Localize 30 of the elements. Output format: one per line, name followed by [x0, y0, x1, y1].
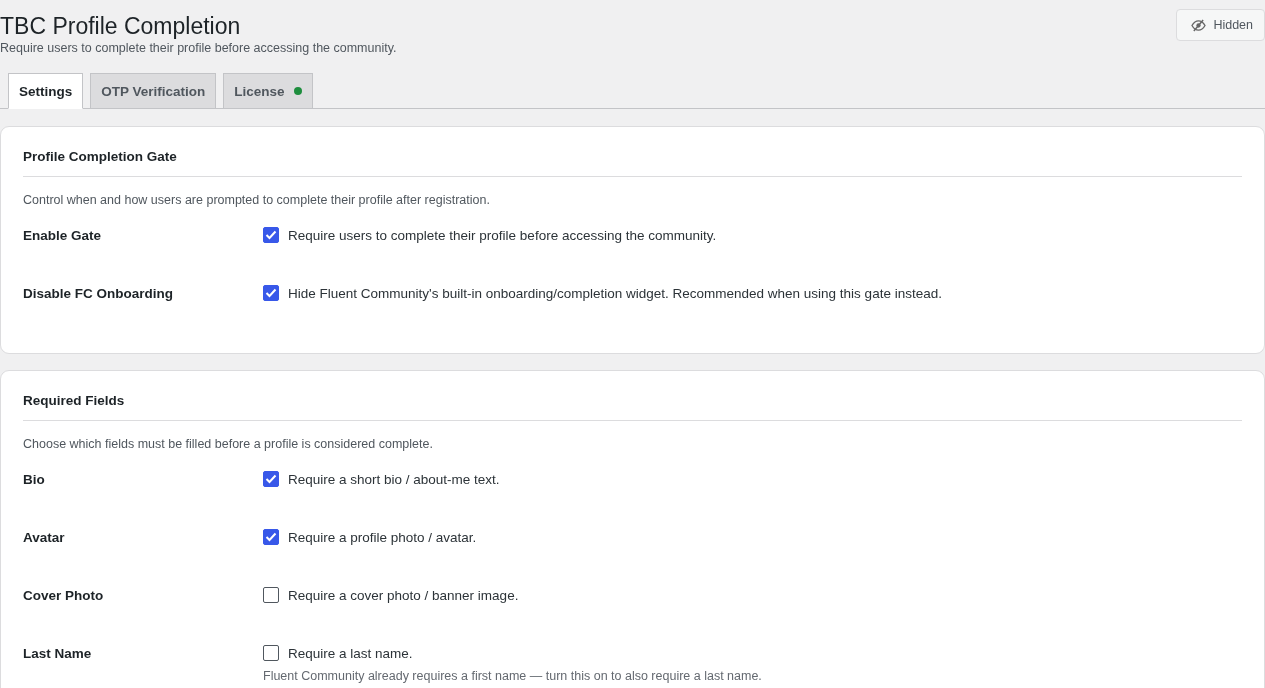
checkbox[interactable]: [263, 285, 279, 301]
field-label: Disable FC Onboarding: [23, 286, 173, 301]
field-label: Last Name: [23, 646, 92, 661]
checkbox-label: Require a last name.: [288, 645, 413, 661]
section-description: Control when and how users are prompted to complete their profile after registration.: [23, 193, 491, 207]
field-label: Avatar: [23, 530, 65, 545]
checkbox[interactable]: [263, 587, 279, 603]
tab[interactable]: Settings: [8, 73, 84, 109]
visibility-button[interactable]: Hidden: [1176, 9, 1265, 41]
section-title: Profile Completion Gate: [23, 148, 178, 166]
field-label: Enable Gate: [23, 228, 102, 243]
checkbox-label: Require a cover photo / banner image.: [288, 587, 519, 603]
checkbox[interactable]: [263, 227, 279, 243]
section-description: Choose which fields must be filled before a profile is considered complete.: [23, 437, 434, 451]
checkbox-label: Hide Fluent Community's built-in onboarding/completion widget. Recommended when using this gate instead.: [288, 285, 942, 301]
page-description: Require users to complete their profile before accessing the community.: [0, 41, 397, 55]
checkbox-label: Require a profile photo / avatar.: [288, 529, 477, 545]
field-label: Bio: [23, 472, 45, 487]
field-label: Cover Photo: [23, 588, 104, 603]
checkbox-label: Require a short bio / about-me text.: [288, 471, 500, 487]
section-title: Required Fields: [23, 392, 126, 410]
tab[interactable]: OTP Verification: [90, 73, 217, 109]
page-title: TBC Profile Completion: [0, 12, 242, 41]
checkbox-label: Require users to complete their profile before accessing the community.: [288, 227, 717, 243]
checkbox[interactable]: [263, 645, 279, 661]
checkbox[interactable]: [263, 471, 279, 487]
field-note: Fluent Community already requires a first name — turn this on to also require a last name.: [263, 669, 763, 683]
tab[interactable]: License: [223, 73, 313, 109]
eye-slash-icon: [1191, 18, 1207, 32]
checkbox[interactable]: [263, 529, 279, 545]
